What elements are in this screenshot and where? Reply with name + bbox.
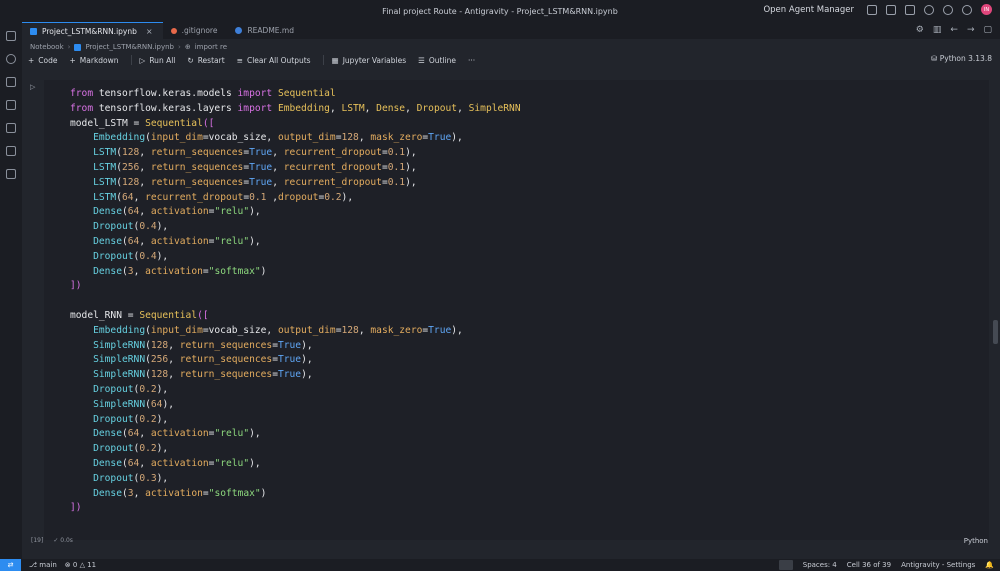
kernel-picker[interactable]: ⛁ Python 3.13.8 [931, 54, 992, 63]
status-right: Spaces: 4 Cell 36 of 39 Antigravity - Se… [778, 560, 994, 570]
notifications-icon[interactable]: 🔔 [985, 561, 994, 570]
status-bar: ⇄ ⎇ main ⊗ 0 △ 11 Spaces: 4 Cell 36 of 3… [0, 559, 1000, 571]
restart-button[interactable]: ↻ Restart [187, 56, 224, 65]
breadcrumb-item[interactable]: import re [195, 43, 227, 51]
forward-arrow-icon[interactable]: → [967, 25, 975, 35]
more-actions-button[interactable]: ··· [468, 56, 475, 65]
run-all-button[interactable]: ▷ Run All [140, 56, 176, 65]
clear-icon: ≡ [236, 55, 243, 65]
tab-label: .gitignore [181, 26, 218, 35]
layout-icon[interactable]: ▢ [983, 25, 992, 35]
git-icon [170, 27, 177, 34]
restart-icon: ↻ [187, 55, 194, 65]
problems-indicator[interactable]: ⊗ 0 △ 11 [65, 561, 96, 569]
title-actions: Open Agent Manager IN [763, 4, 992, 15]
outline-icon: ☰ [418, 55, 425, 65]
plus-icon: + [69, 55, 76, 65]
layout-panel-icon[interactable] [886, 4, 896, 15]
tab-label: Project_LSTM&RNN.ipynb [42, 26, 137, 36]
gear-icon[interactable]: ⚙ [916, 25, 924, 35]
zoom-search-icon[interactable] [778, 560, 793, 570]
code-editor[interactable]: from tensorflow.keras.models import Sequ… [44, 80, 989, 540]
split-editor-icon[interactable]: ▥ [933, 25, 942, 35]
tab-gitignore[interactable]: .gitignore [163, 22, 228, 39]
code-lines: from tensorflow.keras.models import Sequ… [70, 88, 521, 514]
avatar[interactable]: IN [981, 4, 992, 15]
close-icon[interactable]: × [146, 27, 153, 36]
tab-label: README.md [247, 26, 294, 35]
back-arrow-icon[interactable]: ← [950, 25, 958, 35]
run-all-icon: ▷ [139, 55, 146, 65]
layout-secondary-icon[interactable] [905, 4, 915, 15]
breadcrumb-item[interactable]: Notebook [30, 43, 64, 51]
run-debug-icon[interactable] [6, 100, 16, 110]
settings-indicator[interactable]: Antigravity - Settings [901, 561, 975, 570]
execution-count: [19] [31, 537, 44, 544]
open-agent-manager-button[interactable]: Open Agent Manager [763, 5, 854, 15]
notebook-icon [30, 27, 37, 35]
plus-icon: + [28, 55, 35, 65]
tab-bar: Project_LSTM&RNN.ipynb × .gitignore READ… [22, 22, 1000, 39]
notebook-toolbar: + Code + Markdown ▷ Run All ↻ Restart ≡ Clear… [22, 53, 1000, 67]
breadcrumb-item[interactable]: Project_LSTM&RNN.ipynb [85, 43, 174, 51]
globe-icon[interactable] [943, 4, 953, 15]
add-markdown-button[interactable]: + Markdown [70, 56, 119, 65]
tab-readme[interactable]: README.md [227, 22, 304, 39]
explorer-icon[interactable] [6, 31, 16, 41]
check-icon: ✓ 0.0s [53, 537, 73, 544]
tab-project-notebook[interactable]: Project_LSTM&RNN.ipynb × [22, 22, 163, 39]
variables-icon: ▦ [331, 55, 339, 65]
info-icon [235, 27, 243, 34]
remote-indicator-icon[interactable]: ⇄ [0, 559, 21, 571]
execution-time: 0.0s [60, 537, 73, 544]
search-view-icon[interactable] [6, 54, 16, 64]
vertical-scrollbar[interactable] [993, 320, 998, 344]
outline-button[interactable]: ☰ Outline [418, 56, 456, 65]
layout-sidebar-icon[interactable] [867, 4, 877, 15]
notebook-icon [74, 43, 82, 51]
activity-bar [0, 22, 22, 559]
code-cell: ▷ from tensorflow.keras.models import Se… [22, 80, 1000, 540]
cell-language-picker[interactable]: Python [964, 537, 988, 545]
editor-actions: ⚙ ▥ ← → ▢ [916, 25, 992, 35]
run-cell-button[interactable]: ▷ [30, 83, 35, 91]
breadcrumb: Notebook › Project_LSTM&RNN.ipynb › ⊕ im… [30, 43, 228, 51]
clear-outputs-button[interactable]: ≡ Clear All Outputs [237, 56, 311, 65]
testing-icon[interactable] [6, 169, 16, 179]
cell-position[interactable]: Cell 36 of 39 [847, 561, 891, 570]
add-code-button[interactable]: + Code [28, 56, 58, 65]
kernel-icon: ⛁ [931, 54, 940, 63]
gear-icon[interactable] [962, 4, 972, 15]
cell-status: [19] ✓ 0.0s [31, 537, 73, 544]
source-control-icon[interactable] [6, 77, 16, 87]
extensions-icon[interactable] [6, 146, 16, 156]
indentation-indicator[interactable]: Spaces: 4 [803, 561, 837, 570]
notebook-editor: Project_LSTM&RNN.ipynb × .gitignore READ… [22, 22, 1000, 559]
cell-icon: ⊕ [184, 43, 191, 51]
search-icon[interactable] [924, 4, 934, 15]
title-bar: Final project Route - Antigravity - Proj… [0, 0, 1000, 22]
remote-explorer-icon[interactable] [6, 123, 16, 133]
branch-indicator[interactable]: ⎇ main [29, 561, 57, 569]
jupyter-variables-button[interactable]: ▦ Jupyter Variables [332, 56, 407, 65]
